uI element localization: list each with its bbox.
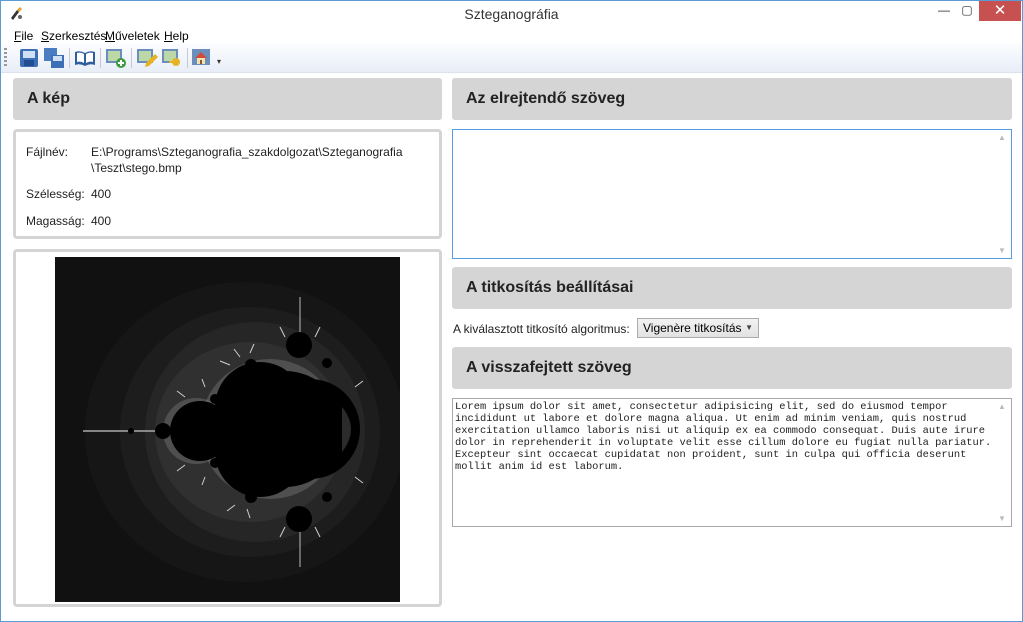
algorithm-label: A kiválasztott titkosító algoritmus: xyxy=(453,322,630,336)
decoded-text-output[interactable]: Lorem ipsum dolor sit amet, consectetur … xyxy=(452,398,1012,527)
width-value: 400 xyxy=(91,187,112,201)
toolbar-separator xyxy=(100,48,101,68)
hidden-text-scrollbar[interactable]: ▲ ▼ xyxy=(995,130,1011,258)
decoded-text-content: Lorem ipsum dolor sit amet, consectetur … xyxy=(455,401,992,473)
chevron-down-icon: ▼ xyxy=(745,323,753,332)
scroll-up-icon[interactable]: ▲ xyxy=(998,133,1006,142)
algorithm-select-value: Vigenère titkosítás xyxy=(643,321,742,335)
toolbar-grip[interactable] xyxy=(4,48,7,68)
maximize-button[interactable]: ▢ xyxy=(956,1,978,21)
mandelbrot-image xyxy=(55,257,400,602)
edit-key-icon[interactable] xyxy=(161,47,183,69)
filename-value-line2: \Teszt\stego.bmp xyxy=(91,161,182,175)
toolbar: ▾ xyxy=(1,44,1022,73)
window-title: Szteganográfia xyxy=(464,6,559,22)
scroll-down-icon[interactable]: ▼ xyxy=(998,514,1006,523)
close-button[interactable]: ✕ xyxy=(979,1,1021,21)
image-preview-box xyxy=(13,249,442,607)
book-icon[interactable] xyxy=(74,47,96,69)
edit-icon[interactable] xyxy=(136,47,158,69)
hidden-text-input[interactable]: ▲ ▼ xyxy=(452,129,1012,259)
save-all-icon[interactable] xyxy=(43,47,65,69)
height-value: 400 xyxy=(91,214,112,228)
toolbar-separator xyxy=(69,48,70,68)
add-image-icon[interactable] xyxy=(105,47,127,69)
image-info-box: Fájlnév: E:\Programs\Szteganografia_szak… xyxy=(13,129,442,239)
save-icon[interactable] xyxy=(18,47,40,69)
filename-value-line1: E:\Programs\Szteganografia_szakdolgozat\… xyxy=(91,145,403,159)
minimize-button[interactable]: — xyxy=(933,1,955,21)
home-icon[interactable] xyxy=(191,47,213,69)
filename-label: Fájlnév: xyxy=(26,145,69,159)
menu-szerkesztes[interactable]: Szerkesztés xyxy=(41,29,106,43)
title-bar: Szteganográfia — ▢ ✕ xyxy=(1,1,1022,28)
menu-file[interactable]: File xyxy=(14,29,33,43)
menu-bar: File Szerkesztés Műveletek Help xyxy=(1,28,1022,44)
height-label: Magasság: xyxy=(26,214,85,228)
image-panel-header: A kép xyxy=(13,78,442,120)
hidden-text-content xyxy=(453,130,1011,134)
width-label: Szélesség: xyxy=(26,187,85,201)
toolbar-separator xyxy=(187,48,188,68)
app-window: Szteganográfia — ▢ ✕ File Szerkesztés Mű… xyxy=(0,0,1023,622)
menu-muveletek[interactable]: Műveletek xyxy=(105,29,160,43)
toolbar-overflow-icon[interactable]: ▾ xyxy=(217,57,221,66)
scroll-up-icon[interactable]: ▲ xyxy=(998,402,1006,411)
decoded-text-header: A visszafejtett szöveg xyxy=(452,347,1012,389)
encryption-settings-header: A titkosítás beállításai xyxy=(452,267,1012,309)
menu-help[interactable]: Help xyxy=(164,29,189,43)
toolbar-separator xyxy=(131,48,132,68)
algorithm-select[interactable]: Vigenère titkosítás ▼ xyxy=(637,318,759,338)
scroll-down-icon[interactable]: ▼ xyxy=(998,246,1006,255)
decoded-text-scrollbar[interactable]: ▲ ▼ xyxy=(995,399,1011,526)
hidden-text-header: Az elrejtendő szöveg xyxy=(452,78,1012,120)
